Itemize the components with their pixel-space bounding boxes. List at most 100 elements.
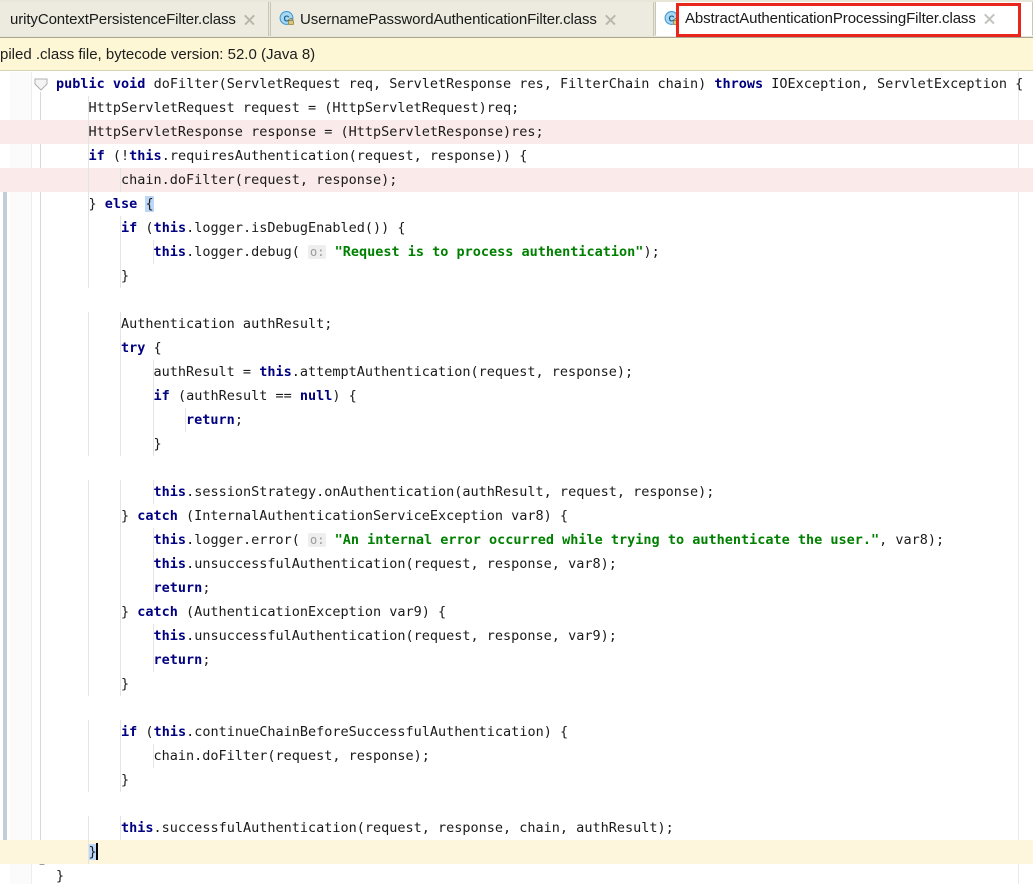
code-token: o: — [307, 533, 327, 547]
code-line[interactable]: public void doFilter(ServletRequest req,… — [0, 72, 1033, 96]
code-line[interactable]: } — [0, 432, 1033, 456]
code-content[interactable]: public void doFilter(ServletRequest req,… — [0, 72, 1033, 884]
code-line[interactable]: if (authResult == null) { — [0, 384, 1033, 408]
close-icon[interactable] — [983, 12, 996, 25]
indent-guide — [87, 840, 89, 864]
code-line[interactable]: Authentication authResult; — [0, 312, 1033, 336]
tab-UsernamePasswordAuthenticationFilter[interactable]: C UsernamePasswordAuthenticationFilter.c… — [270, 2, 654, 36]
code-line[interactable]: HttpServletResponse response = (HttpServ… — [0, 120, 1033, 144]
indent-guide — [120, 168, 122, 192]
code-line[interactable]: } — [0, 672, 1033, 696]
code-line[interactable]: } else { — [0, 192, 1033, 216]
code-token: if — [121, 220, 138, 236]
indent-guide — [87, 336, 89, 360]
code-token: } — [56, 196, 105, 212]
indent-guide — [87, 168, 89, 192]
code-line[interactable]: if (this.continueChainBeforeSuccessfulAu… — [0, 720, 1033, 744]
close-icon[interactable] — [604, 13, 617, 26]
code-token: this — [153, 484, 187, 500]
code-line[interactable]: } — [0, 264, 1033, 288]
code-token: .logger.isDebugEnabled()) { — [186, 220, 406, 236]
code-token: catch — [137, 508, 178, 524]
tab-AbstractAuthenticationProcessingFilter[interactable]: C AbstractAuthenticationProcessingFilter… — [655, 2, 1033, 36]
code-line[interactable]: this.sessionStrategy.onAuthentication(au… — [0, 480, 1033, 504]
code-line[interactable]: } — [0, 768, 1033, 792]
indent-guide — [87, 240, 89, 264]
code-token: .requiresAuthentication(request, respons… — [161, 148, 528, 164]
code-token: (! — [104, 148, 130, 164]
code-token: doFilter(ServletRequest req, ServletResp… — [145, 76, 715, 92]
code-line[interactable]: this.logger.error( o: "An internal error… — [0, 528, 1033, 552]
code-line[interactable]: } catch (InternalAuthenticationServiceEx… — [0, 504, 1033, 528]
code-line[interactable]: this.successfulAuthentication(request, r… — [0, 816, 1033, 840]
close-icon[interactable] — [243, 13, 256, 26]
code-line[interactable]: } — [0, 864, 1033, 884]
code-line[interactable] — [0, 456, 1033, 480]
indent-guide — [87, 744, 89, 768]
code-line[interactable]: authResult = this.attemptAuthentication(… — [0, 360, 1033, 384]
indent-guide — [87, 216, 89, 240]
code-token: null — [299, 388, 333, 404]
indent-guide — [120, 624, 122, 648]
code-token: .logger.debug( — [186, 244, 308, 260]
code-line[interactable]: return; — [0, 408, 1033, 432]
code-token: .continueChainBeforeSuccessfulAuthentica… — [186, 724, 569, 740]
indent-guide — [87, 576, 89, 600]
code-editor[interactable]: public void doFilter(ServletRequest req,… — [0, 72, 1033, 884]
java-class-icon: C — [279, 11, 295, 27]
indent-guide — [87, 720, 89, 744]
code-line[interactable]: return; — [0, 648, 1033, 672]
code-token: if — [88, 148, 105, 164]
indent-guide — [87, 384, 89, 408]
code-line[interactable] — [0, 288, 1033, 312]
code-line[interactable]: } catch (AuthenticationException var9) { — [0, 600, 1033, 624]
code-token: IOException, ServletException { — [763, 76, 1024, 92]
code-line[interactable] — [0, 696, 1033, 720]
indent-guide — [120, 528, 122, 552]
indent-guide — [120, 600, 122, 624]
indent-guide — [152, 360, 154, 384]
code-token: return — [153, 580, 203, 596]
indent-guide — [120, 768, 122, 792]
tab-label: UsernamePasswordAuthenticationFilter.cla… — [300, 10, 597, 28]
indent-guide — [120, 672, 122, 696]
code-line[interactable]: return; — [0, 576, 1033, 600]
code-line[interactable]: HttpServletRequest request = (HttpServle… — [0, 96, 1033, 120]
code-token: .unsuccessfulAuthentication(request, res… — [186, 628, 617, 644]
indent-guide — [120, 504, 122, 528]
code-line[interactable]: chain.doFilter(request, response); — [0, 744, 1033, 768]
code-token: Authentication authResult; — [56, 316, 333, 332]
code-line[interactable]: if (!this.requiresAuthentication(request… — [0, 144, 1033, 168]
indent-guide — [87, 120, 89, 144]
indent-guide — [87, 312, 89, 336]
code-token: ( — [137, 220, 154, 236]
code-line[interactable] — [0, 792, 1033, 816]
code-line[interactable]: this.logger.debug( o: "Request is to pro… — [0, 240, 1033, 264]
code-line[interactable]: if (this.logger.isDebugEnabled()) { — [0, 216, 1033, 240]
code-line[interactable]: try { — [0, 336, 1033, 360]
code-line[interactable]: chain.doFilter(request, response); — [0, 168, 1033, 192]
indent-guide — [120, 648, 122, 672]
indent-guide — [87, 96, 89, 120]
code-token: ; — [202, 580, 211, 596]
code-token: catch — [137, 604, 178, 620]
code-line[interactable]: } — [0, 840, 1033, 864]
indent-guide — [87, 552, 89, 576]
indent-guide — [152, 648, 154, 672]
notice-text: piled .class file, bytecode version: 52.… — [0, 45, 316, 63]
code-line[interactable]: this.unsuccessfulAuthentication(request,… — [0, 624, 1033, 648]
code-line[interactable]: this.unsuccessfulAuthentication(request,… — [0, 552, 1033, 576]
code-token: this — [259, 364, 292, 380]
code-token: } — [56, 676, 130, 692]
code-token: void — [112, 76, 146, 92]
indent-guide — [152, 240, 154, 264]
indent-guide — [87, 264, 89, 288]
tab-SecurityContextPersistenceFilter[interactable]: urityContextPersistenceFilter.class — [0, 2, 269, 36]
indent-guide — [120, 240, 122, 264]
code-token: public — [56, 76, 105, 92]
